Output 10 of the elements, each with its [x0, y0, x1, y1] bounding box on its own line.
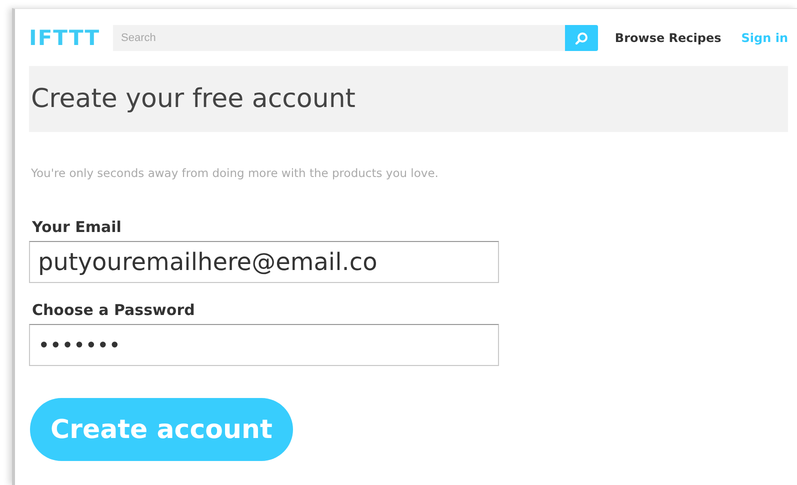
password-field[interactable]: ••••••• — [29, 324, 499, 366]
subtitle: You're only seconds away from doing more with the products you love. — [31, 166, 440, 180]
search-icon — [574, 32, 588, 44]
field-label: Your Email — [32, 218, 122, 236]
field-label: Choose a Password — [32, 301, 196, 319]
nav-link[interactable]: Browse Recipes — [614, 31, 722, 45]
email-field[interactable]: putyouremailhere@email.co — [29, 241, 499, 283]
page-title: Create your free account — [31, 84, 356, 114]
search-field[interactable]: Search — [113, 25, 565, 51]
search-button[interactable] — [564, 25, 598, 51]
